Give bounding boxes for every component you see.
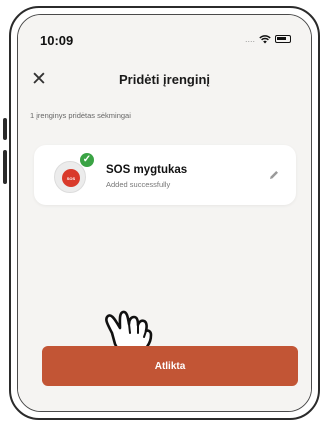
- wifi-icon: [259, 34, 271, 43]
- status-time: 10:09: [40, 33, 74, 48]
- device-status: Added successfully: [106, 180, 171, 189]
- status-icons: ....: [245, 34, 291, 44]
- side-button: [3, 150, 7, 184]
- sos-badge-label: SOS: [66, 175, 76, 181]
- sos-button-icon: SOS: [54, 161, 86, 193]
- device-frame: 10:09 .... ✕ Pridėti įrenginį 1 įrenginy…: [0, 0, 329, 426]
- signal-dots: ....: [244, 34, 255, 44]
- nav-bar: ✕ Pridėti įrenginį: [18, 55, 311, 103]
- page-title: Pridėti įrenginį: [118, 72, 210, 87]
- device-name: SOS mygtukas: [106, 164, 188, 176]
- phone-body: 10:09 .... ✕ Pridėti įrenginį 1 įrenginy…: [9, 6, 320, 420]
- side-button: [3, 118, 7, 140]
- status-bar: 10:09 ....: [18, 15, 311, 55]
- sos-badge: SOS: [62, 169, 80, 187]
- pencil-icon[interactable]: [268, 169, 280, 181]
- success-summary: 1 įrenginys pridėtas sėkmingai: [30, 111, 131, 120]
- app-screen: 10:09 .... ✕ Pridėti įrenginį 1 įrenginy…: [17, 14, 312, 412]
- device-card[interactable]: SOS ✓ SOS mygtukas Added successfully: [34, 145, 296, 205]
- check-icon: ✓: [80, 153, 94, 167]
- main-content: 1 įrenginys pridėtas sėkmingai SOS ✓ SOS…: [18, 103, 311, 411]
- done-button[interactable]: Atlikta: [42, 346, 298, 386]
- battery-icon: [275, 35, 291, 43]
